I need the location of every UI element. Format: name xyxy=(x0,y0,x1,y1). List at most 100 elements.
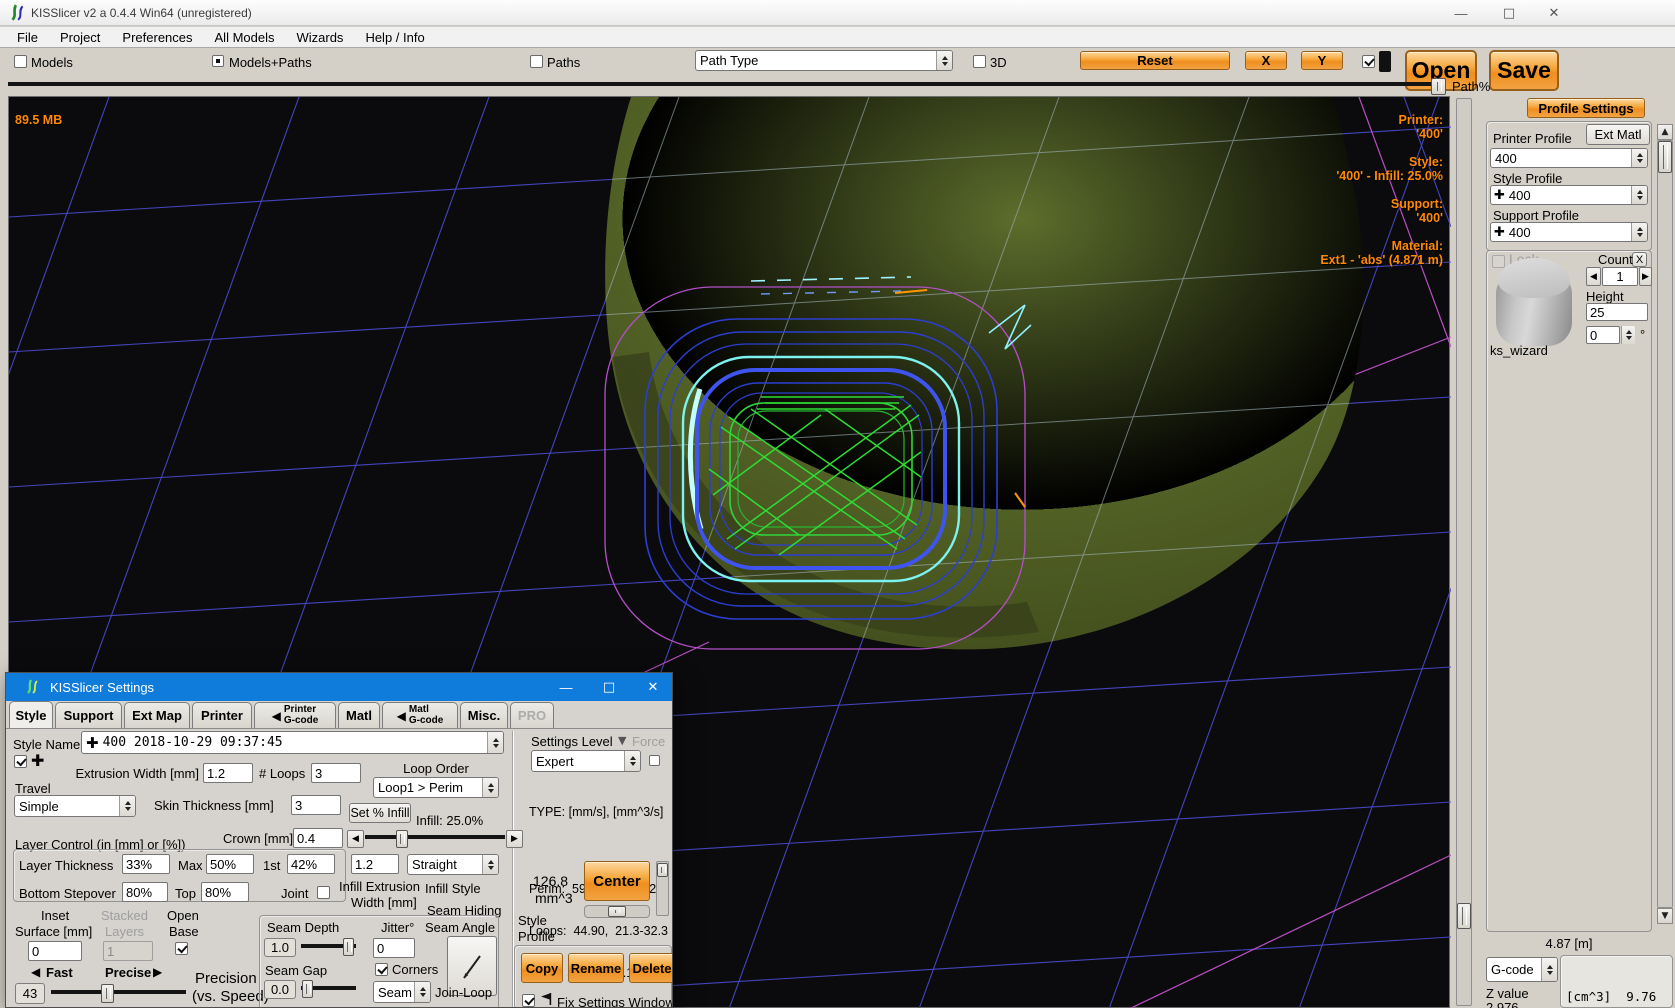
rotation-spinner-icon[interactable] xyxy=(1621,326,1635,344)
loop-order-select[interactable]: Loop1 > Perim xyxy=(373,777,499,798)
gcode-select[interactable]: G-code xyxy=(1486,957,1558,982)
rename-button[interactable]: Rename xyxy=(568,953,624,983)
infill-slider[interactable] xyxy=(365,835,505,839)
panel-scroll-down-icon[interactable]: ▼ xyxy=(1657,908,1673,924)
height-input[interactable] xyxy=(1586,303,1648,321)
panel-scrollbar-thumb[interactable] xyxy=(1658,141,1672,173)
menu-all-models[interactable]: All Models xyxy=(204,28,286,47)
tab-printer-gcode[interactable]: ◀ PrinterG-code xyxy=(254,702,336,728)
loop-order-spinner-icon[interactable] xyxy=(482,778,498,797)
path-percent-slider[interactable] xyxy=(8,82,1432,86)
settings-dialog-titlebar[interactable]: KISSlicer Settings — □ ✕ xyxy=(6,673,673,701)
dialog-minimize-button[interactable]: — xyxy=(551,673,581,701)
save-button[interactable]: Save xyxy=(1489,50,1559,91)
skin-thickness-input[interactable] xyxy=(291,795,341,815)
set-infill-button[interactable]: Set % Infill xyxy=(349,803,411,823)
tab-misc[interactable]: Misc. xyxy=(460,702,508,728)
y-view-button[interactable]: Y xyxy=(1301,51,1343,70)
extrusion-width-input[interactable] xyxy=(203,763,253,783)
infill-style-spinner-icon[interactable] xyxy=(482,855,498,874)
style-name-spinner-icon[interactable] xyxy=(487,732,503,753)
center-vertical-thumb[interactable] xyxy=(657,863,668,877)
tab-style[interactable]: Style xyxy=(9,701,53,728)
panel-scrollbar[interactable] xyxy=(1657,140,1673,908)
x-view-button[interactable]: X xyxy=(1245,51,1287,70)
infill-slider-thumb[interactable] xyxy=(396,830,408,848)
precision-slider[interactable] xyxy=(51,990,186,994)
style-enabled-checkbox[interactable] xyxy=(14,755,27,768)
count-decrement-icon[interactable]: ◀ xyxy=(1586,267,1601,286)
path-percent-slider-thumb[interactable] xyxy=(1431,78,1446,95)
model-thumbnail[interactable] xyxy=(1496,258,1572,346)
menu-file[interactable]: File xyxy=(6,28,49,47)
path-type-select[interactable]: Path Type xyxy=(695,50,953,71)
gcode-spinner-icon[interactable] xyxy=(1541,958,1557,981)
tab-ext-map[interactable]: Ext Map xyxy=(124,702,190,728)
window-minimize-button[interactable]: — xyxy=(1444,1,1478,25)
printer-profile-spinner-icon[interactable] xyxy=(1631,149,1647,167)
travel-spinner-icon[interactable] xyxy=(119,796,135,816)
settings-level-spinner-icon[interactable] xyxy=(624,751,640,771)
seam-gap-slider-thumb[interactable] xyxy=(302,980,313,998)
infill-slider-left-icon[interactable]: ◀ xyxy=(347,830,364,848)
dialog-maximize-button[interactable]: □ xyxy=(594,673,624,701)
num-loops-input[interactable] xyxy=(311,763,361,783)
tab-support[interactable]: Support xyxy=(55,702,122,728)
style-profile-select[interactable]: ✚ 400 xyxy=(1490,185,1648,205)
support-profile-select[interactable]: ✚ 400 xyxy=(1490,222,1648,242)
models-paths-radio[interactable] xyxy=(212,55,224,67)
layer-scrollbar-thumb[interactable] xyxy=(1457,903,1471,929)
travel-select[interactable]: Simple xyxy=(14,795,136,817)
fix-settings-checkbox[interactable] xyxy=(522,994,535,1007)
three-d-checkbox[interactable] xyxy=(973,55,986,68)
corners-checkbox[interactable] xyxy=(375,963,388,976)
join-loop-select[interactable]: Seam xyxy=(373,981,431,1003)
tab-matl-gcode[interactable]: ◀ MatlG-code xyxy=(382,702,458,728)
joint-checkbox[interactable] xyxy=(317,886,330,899)
join-loop-spinner-icon[interactable] xyxy=(414,982,430,1002)
menu-project[interactable]: Project xyxy=(49,28,111,47)
crown-input[interactable] xyxy=(293,828,343,848)
center-button[interactable]: Center xyxy=(584,861,650,901)
window-close-button[interactable]: ✕ xyxy=(1537,1,1571,25)
menu-wizards[interactable]: Wizards xyxy=(285,28,354,47)
settings-level-select[interactable]: Expert xyxy=(531,750,641,772)
dialog-close-button[interactable]: ✕ xyxy=(638,673,668,701)
style-profile-slider-thumb[interactable] xyxy=(608,906,626,917)
settings-dialog[interactable]: KISSlicer Settings — □ ✕ Style Support E… xyxy=(5,672,673,1008)
style-name-select[interactable]: ✚ 400 2018-10-29 09:37:45 xyxy=(81,731,504,754)
menu-preferences[interactable]: Preferences xyxy=(111,28,203,47)
bottom-stepover-input[interactable] xyxy=(122,882,168,902)
menu-help-info[interactable]: Help / Info xyxy=(354,28,435,47)
max-input[interactable] xyxy=(206,854,254,874)
count-input[interactable] xyxy=(1602,267,1638,286)
count-increment-icon[interactable]: ▶ xyxy=(1639,267,1652,286)
reset-button[interactable]: Reset xyxy=(1080,51,1230,70)
infill-style-select[interactable]: Straight xyxy=(407,854,499,875)
seam-depth-slider-thumb[interactable] xyxy=(343,938,354,956)
printer-profile-select[interactable]: 400 xyxy=(1490,148,1648,168)
top-stepover-input[interactable] xyxy=(201,882,249,902)
layer-thickness-input[interactable] xyxy=(122,854,170,874)
inset-surface-input[interactable] xyxy=(28,941,82,961)
path-color-checkbox[interactable] xyxy=(1362,55,1375,68)
paths-checkbox[interactable] xyxy=(530,55,543,68)
tab-matl[interactable]: Matl xyxy=(338,702,380,728)
profile-settings-button[interactable]: Profile Settings xyxy=(1527,98,1645,118)
support-profile-spinner-icon[interactable] xyxy=(1631,223,1647,241)
models-checkbox[interactable] xyxy=(14,55,27,68)
copy-button[interactable]: Copy xyxy=(521,953,563,983)
layer-scrollbar[interactable] xyxy=(1456,98,1472,1006)
window-maximize-button[interactable]: □ xyxy=(1492,1,1526,25)
ext-matl-button[interactable]: Ext Matl xyxy=(1586,124,1650,145)
path-color-swatch-icon[interactable] xyxy=(1379,51,1391,72)
precision-slider-thumb[interactable] xyxy=(101,984,114,1003)
panel-scroll-up-icon[interactable]: ▲ xyxy=(1657,124,1673,140)
delete-button[interactable]: Delete xyxy=(629,953,673,983)
tab-printer[interactable]: Printer xyxy=(192,702,252,728)
jitter-input[interactable] xyxy=(373,938,415,958)
open-base-checkbox[interactable] xyxy=(175,942,188,955)
infill-slider-right-icon[interactable]: ▶ xyxy=(506,830,523,848)
model-close-button[interactable]: X xyxy=(1632,252,1647,267)
style-profile-spinner-icon[interactable] xyxy=(1631,186,1647,204)
